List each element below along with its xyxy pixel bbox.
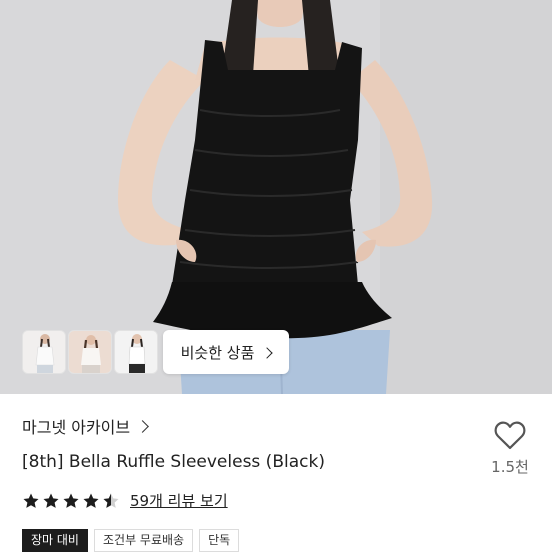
- star-icon: [43, 493, 59, 508]
- product-title: [8th] Bella Ruffle Sleeveless (Black): [22, 452, 325, 472]
- thumbnail-strip: [22, 330, 158, 374]
- tag-rainy-season: 장마 대비: [22, 529, 88, 552]
- store-name: 마그넷 아카이브: [22, 418, 131, 437]
- similar-products-label: 비슷한 상품: [180, 343, 255, 362]
- heart-outline-icon: [494, 421, 526, 450]
- star-icon: [83, 493, 99, 508]
- chevron-right-icon: [136, 419, 150, 433]
- thumbnail-1-image: [23, 331, 65, 373]
- product-main-image[interactable]: 비슷한 상품: [0, 0, 552, 394]
- chevron-right-icon: [261, 346, 274, 359]
- tag-exclusive: 단독: [199, 529, 240, 552]
- thumbnail-3[interactable]: [114, 330, 158, 374]
- review-count: 59개 리뷰 보기: [130, 492, 228, 510]
- like-count: 1.5천: [491, 458, 529, 476]
- thumbnail-1[interactable]: [22, 330, 66, 374]
- thumbnail-3-image: [115, 331, 157, 373]
- rating-row: 59개 리뷰 보기: [22, 490, 228, 511]
- star-rating: [22, 492, 120, 510]
- tag-conditional-free-shipping: 조건부 무료배송: [93, 529, 194, 552]
- like-button[interactable]: 1.5천: [484, 420, 536, 477]
- star-icon: [63, 493, 79, 508]
- review-link[interactable]: 59개 리뷰 보기: [130, 490, 228, 511]
- star-half-icon: [103, 493, 119, 508]
- thumbnail-2-image: [69, 331, 111, 373]
- thumbnail-2[interactable]: [68, 330, 112, 374]
- store-link[interactable]: 마그넷 아카이브: [22, 414, 150, 438]
- tag-list: 장마 대비 조건부 무료배송 단독: [22, 529, 240, 552]
- star-icon: [23, 493, 39, 508]
- similar-products-button[interactable]: 비슷한 상품: [163, 330, 289, 374]
